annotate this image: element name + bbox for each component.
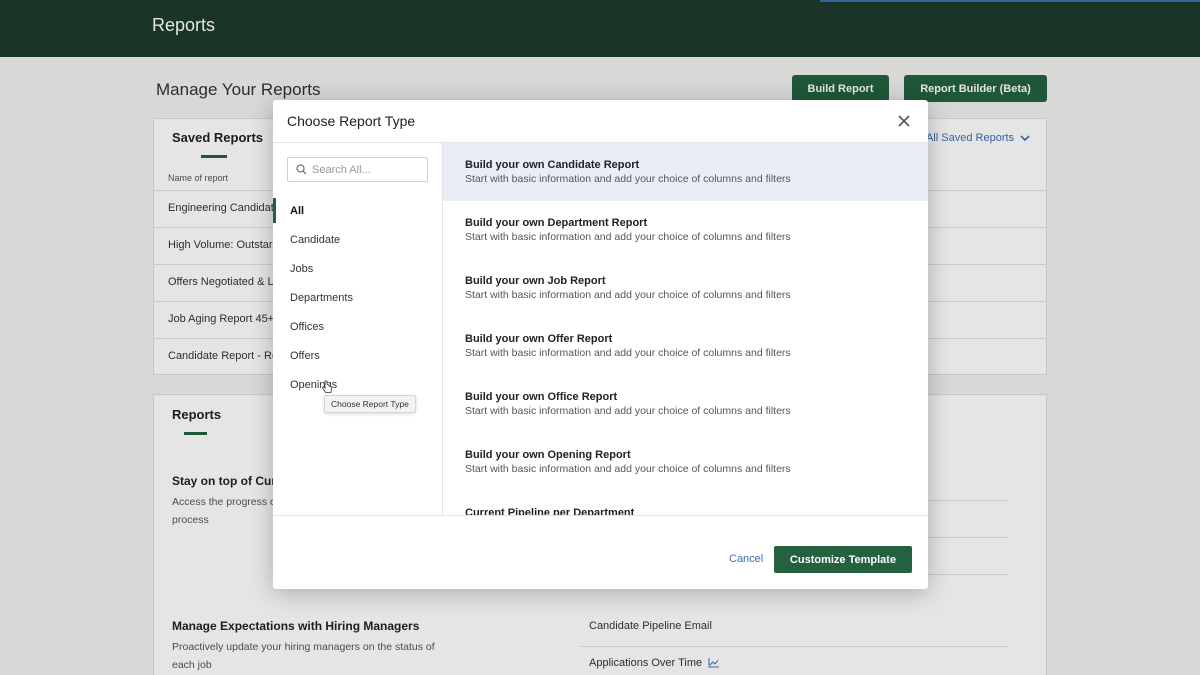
list-item[interactable]: Build your own Opening Report Start with…	[443, 433, 928, 491]
option-title: Build your own Opening Report	[465, 449, 631, 461]
search-field[interactable]	[287, 157, 428, 182]
option-desc: Start with basic information and add you…	[465, 289, 791, 301]
option-desc: Start with basic information and add you…	[465, 463, 791, 475]
dialog-footer: Cancel Customize Template	[273, 515, 928, 589]
close-icon	[898, 115, 910, 127]
tooltip: Choose Report Type	[324, 395, 416, 413]
option-desc: Start with basic information and add you…	[465, 347, 791, 359]
hand-cursor-icon	[321, 380, 332, 393]
category-candidate[interactable]: Candidate	[273, 225, 443, 254]
list-item[interactable]: Build your own Office Report Start with …	[443, 375, 928, 433]
cancel-button[interactable]: Cancel	[729, 553, 763, 565]
category-sidebar: All Candidate Jobs Departments Offices O…	[273, 143, 443, 515]
list-item[interactable]: Build your own Candidate Report Start wi…	[443, 143, 928, 201]
option-title: Build your own Office Report	[465, 391, 618, 403]
dialog-title: Choose Report Type	[287, 113, 416, 129]
dialog-header: Choose Report Type	[273, 100, 928, 143]
category-offices[interactable]: Offices	[273, 312, 443, 341]
category-jobs[interactable]: Jobs	[273, 254, 443, 283]
option-title: Build your own Job Report	[465, 275, 606, 287]
list-item[interactable]: Build your own Department Report Start w…	[443, 201, 928, 259]
list-item[interactable]: Build your own Offer Report Start with b…	[443, 317, 928, 375]
report-options-list: Build your own Candidate Report Start wi…	[443, 143, 928, 515]
choose-report-type-dialog: Choose Report Type All Candidate Jobs De…	[273, 100, 928, 589]
option-title: Current Pipeline per Department	[465, 507, 635, 515]
customize-template-button[interactable]: Customize Template	[774, 546, 912, 573]
option-title: Build your own Department Report	[465, 217, 648, 229]
option-title: Build your own Candidate Report	[465, 159, 640, 171]
search-icon	[296, 164, 307, 175]
option-desc: Start with basic information and add you…	[465, 405, 791, 417]
option-desc: Start with basic information and add you…	[465, 173, 791, 185]
category-offers[interactable]: Offers	[273, 341, 443, 370]
category-departments[interactable]: Departments	[273, 283, 443, 312]
close-button[interactable]	[895, 112, 913, 130]
option-desc: Start with basic information and add you…	[465, 231, 791, 243]
list-item[interactable]: Build your own Job Report Start with bas…	[443, 259, 928, 317]
search-input[interactable]	[312, 163, 422, 176]
option-title: Build your own Offer Report	[465, 333, 613, 345]
category-all[interactable]: All	[273, 196, 443, 225]
list-item[interactable]: Current Pipeline per Department	[443, 491, 928, 515]
